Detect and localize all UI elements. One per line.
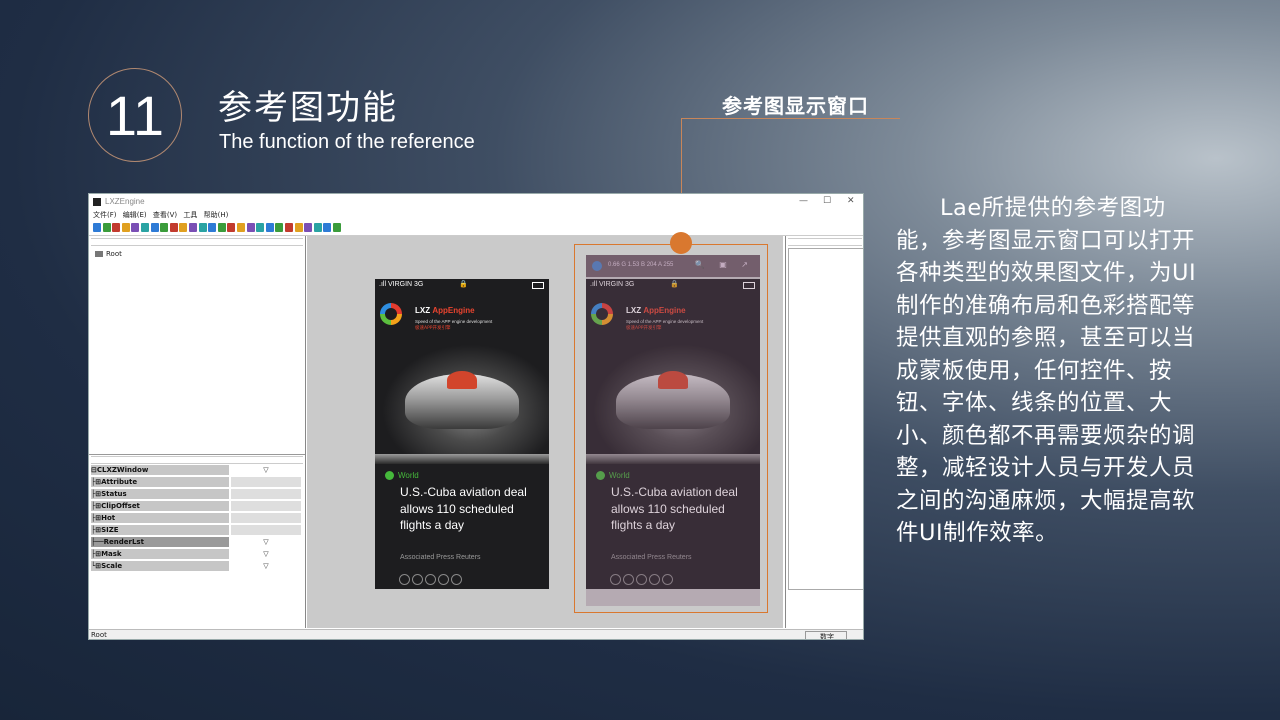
tree-root-node[interactable]: Root [95,250,122,258]
phone-preview[interactable]: .ıll VIRGIN 3G 🔒 LXZ AppEngine Speed of … [375,279,549,589]
toolbar-button-icon[interactable] [304,223,313,232]
battery-icon [532,282,544,289]
reference-overlay-tint [586,255,760,606]
toolbar-button-icon[interactable] [294,223,303,232]
slide-subtitle: The function of the reference [219,131,475,153]
menu-help[interactable]: 帮助(H) [204,211,229,219]
tagline-cn: 极速APP开发引擎 [415,326,451,331]
toolbar-button-icon[interactable] [169,223,178,232]
property-row[interactable]: ├⊞Status [89,488,305,500]
callout-label: 参考图显示窗口 [722,94,869,118]
toolbar-button-icon[interactable] [227,223,236,232]
car-image [447,371,477,389]
slide-number: 11 [88,68,182,162]
toolbar-button-icon[interactable] [208,223,217,232]
toolbar-button-icon[interactable] [160,223,169,232]
toolbar-button-icon[interactable] [246,223,255,232]
menu-edit[interactable]: 编辑(E) [123,211,147,219]
toolbar-button-icon[interactable] [323,223,332,232]
status-bar: Root 数字 [89,629,863,639]
toolbar-button-icon[interactable] [150,223,159,232]
toolbar-button-icon[interactable] [121,223,130,232]
app-logo-icon [380,303,402,325]
close-button[interactable]: ✕ [847,196,855,206]
property-row[interactable]: ├⊞Mask ▽ [89,548,305,560]
toolbar-button-icon[interactable] [198,223,207,232]
toolbar-button-icon[interactable] [102,223,111,232]
lock-icon: 🔒 [459,281,468,288]
left-panel: Root ⊟CLXZWindow ▽ ├⊞Attribute ├⊞Status ├… [89,236,306,628]
minimize-button[interactable]: — [799,196,808,206]
toolbar-button-icon[interactable] [189,223,197,232]
toolbar-button-icon[interactable] [285,223,293,232]
callout-marker [670,232,692,254]
panel-header [788,238,862,246]
tree-panel: Root [89,236,305,455]
callout-line [682,118,900,119]
property-row[interactable]: ├⊞SIZE [89,524,305,536]
status-numlock: 数字 [805,631,847,639]
property-row[interactable]: ├⊞ClipOffset [89,500,305,512]
panel-header [91,456,303,464]
property-grid: ⊟CLXZWindow ▽ ├⊞Attribute ├⊞Status ├⊞Clip… [89,464,305,572]
toolbar-button-icon[interactable] [313,223,322,232]
design-canvas[interactable]: .ıll VIRGIN 3G 🔒 LXZ AppEngine Speed of … [307,236,783,628]
tagline: Speed of the APP engine development [415,319,493,324]
toolbar-button-icon[interactable] [256,223,265,232]
property-row[interactable]: └⊞Scale ▽ [89,560,305,572]
property-row[interactable]: ├⊞Attribute [89,476,305,488]
toolbar-button-icon[interactable] [275,223,284,232]
description-text: Lae所提供的参考图功能，参考图显示窗口可以打开各种类型的效果图文件，为UI制作… [896,195,1197,546]
brand-name: LXZ AppEngine [415,306,475,315]
app-window: LXZEngine — ☐ ✕ 文件(F) 编辑(E) 查看(V) 工具 帮助(… [88,193,864,640]
toolbar-button-icon[interactable] [333,223,341,232]
panel-header [91,238,303,246]
toolbar-button-icon[interactable] [237,223,245,232]
property-row[interactable]: ├⊞Hot [89,512,305,524]
menu-tools[interactable]: 工具 [183,211,197,219]
menu-bar: 文件(F) 编辑(E) 查看(V) 工具 帮助(H) [89,210,863,221]
status-left: Root [91,631,107,639]
toolbar-button-icon[interactable] [217,223,226,232]
toolbar-button-icon[interactable] [112,223,121,232]
phone-status-bar: .ıll VIRGIN 3G 🔒 [375,279,549,291]
toolbar-button-icon[interactable] [265,223,274,232]
app-icon [93,198,101,206]
category-label: World [385,471,419,481]
news-source: Associated Press Reuters [400,554,481,561]
title-bar: LXZEngine — ☐ ✕ [89,194,863,210]
slide-title: 参考图功能 [218,88,398,128]
toolbar-button-icon[interactable] [131,223,140,232]
maximize-button[interactable]: ☐ [823,196,831,206]
property-row[interactable]: ⊟CLXZWindow ▽ [89,464,305,476]
menu-file[interactable]: 文件(F) [93,211,117,219]
toolbar-button-icon[interactable] [141,223,149,232]
road-image [375,454,549,464]
property-row[interactable]: ├──RenderLst ▽ [89,536,305,548]
share-icons[interactable] [399,570,464,589]
right-panel-content [788,248,863,590]
menu-view[interactable]: 查看(V) [153,211,177,219]
toolbar [89,221,863,236]
toolbar-button-icon[interactable] [179,223,188,232]
toolbar-button-icon[interactable] [93,223,101,232]
window-title: LXZEngine [105,197,145,206]
news-headline[interactable]: U.S.-Cuba aviation deal allows 110 sched… [400,484,540,534]
right-panel [785,236,863,628]
